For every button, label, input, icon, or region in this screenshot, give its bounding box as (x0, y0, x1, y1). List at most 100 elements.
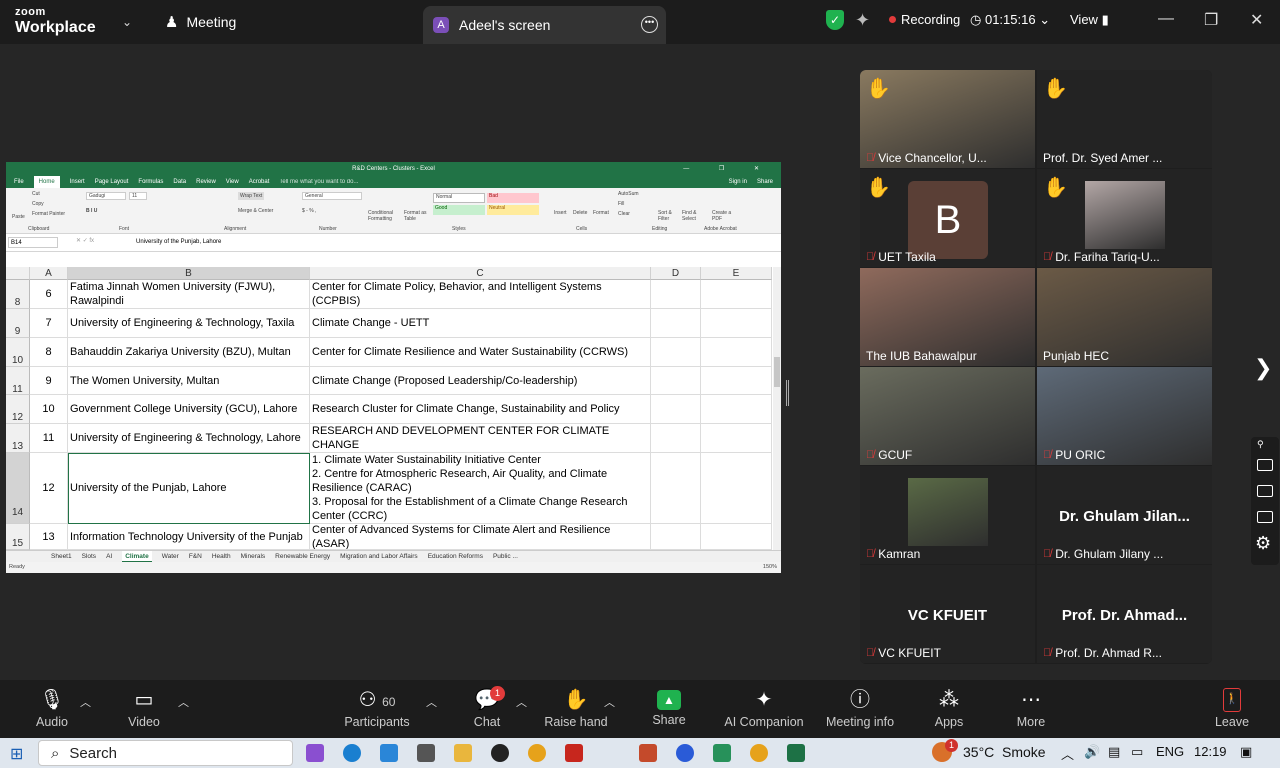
cell-c[interactable]: Center of Advanced Systems for Climate A… (310, 524, 651, 550)
style-neutral[interactable]: Neutral (487, 205, 539, 215)
tray-chevron-icon[interactable]: ︿ (1061, 744, 1074, 763)
cell-d[interactable] (651, 309, 701, 338)
row-header[interactable]: 9 (6, 309, 30, 338)
chevron-down-icon[interactable]: ⌄ (122, 15, 132, 29)
participant-tile[interactable]: The IUB Bahawalpur (860, 268, 1035, 366)
format-as-table-button[interactable]: Format as Table (404, 210, 430, 222)
excel-tab-home[interactable]: Home (33, 176, 60, 188)
insert-cells-button[interactable]: Insert (554, 210, 567, 216)
chrome-app-icon[interactable] (528, 744, 546, 762)
sheet-tab-active[interactable]: Climate (122, 551, 152, 562)
cell-b[interactable]: University of Engineering & Technology, … (68, 309, 310, 338)
gear-icon[interactable]: ⚙ (1255, 533, 1271, 554)
apps-button[interactable]: ⁂ Apps (930, 688, 968, 729)
camera-app-icon[interactable] (417, 744, 435, 762)
copilot-app-icon[interactable] (306, 744, 324, 762)
chrome-app-icon-2[interactable] (750, 744, 768, 762)
sheet-tab[interactable]: Renewable Energy (275, 551, 330, 562)
shield-icon[interactable]: ✓ (826, 10, 844, 30)
leave-button[interactable]: 🚶 Leave (1212, 688, 1252, 729)
share-button[interactable]: ▲ Share (649, 688, 689, 727)
cell-c[interactable]: 1. Climate Water Sustainability Initiati… (310, 453, 651, 524)
cell-d[interactable] (651, 395, 701, 424)
close-icon[interactable]: ✕ (1250, 10, 1263, 30)
participant-tile[interactable]: ✋ 🎙̸ Vice Chancellor, U... (860, 70, 1035, 168)
excel-window-controls[interactable]: — ❐ ✕ (683, 162, 773, 176)
cell-c[interactable]: RESEARCH AND DEVELOPMENT CENTER FOR CLIM… (310, 424, 651, 453)
style-normal[interactable]: Normal (433, 193, 485, 203)
excel-tab-acrobat[interactable]: Acrobat (249, 176, 270, 188)
column-header-a[interactable]: A (30, 267, 68, 280)
number-format-select[interactable]: General (302, 192, 362, 200)
powerpoint-app-icon[interactable] (639, 744, 657, 762)
sheet-tab[interactable]: Minerals (241, 551, 266, 562)
sheet-tab[interactable]: Water (162, 551, 179, 562)
raise-hand-button[interactable]: ✋ Raise hand (544, 688, 608, 729)
edge-app-icon[interactable] (343, 744, 361, 762)
cell-a[interactable]: 8 (30, 338, 68, 367)
row-header[interactable]: 14 (6, 453, 30, 524)
notifications-icon[interactable]: ▣ (1240, 744, 1252, 760)
video-button[interactable]: ▭ Video (122, 688, 166, 729)
cell-b[interactable]: The Women University, Multan (68, 367, 310, 395)
format-cells-button[interactable]: Format (593, 210, 609, 216)
find-select-button[interactable]: Find & Select (682, 210, 702, 222)
cell-a[interactable]: 13 (30, 524, 68, 550)
ai-companion-button[interactable]: ✦ AI Companion (722, 688, 806, 729)
cell-c[interactable]: Climate Change - UETT (310, 309, 651, 338)
merge-center-button[interactable]: Merge & Center (238, 208, 273, 214)
excel-tab-view[interactable]: View (226, 176, 239, 188)
cell-e[interactable] (701, 395, 772, 424)
sheet-tab[interactable]: F&N (189, 551, 202, 562)
excel-tab-formulas[interactable]: Formulas (138, 176, 163, 188)
cell-e[interactable] (701, 338, 772, 367)
chat-caret-icon[interactable]: ︿ (516, 694, 527, 710)
weather-condition[interactable]: Smoke (1002, 744, 1046, 760)
audio-options-caret-icon[interactable]: ︿ (80, 694, 91, 710)
excel-tab-file[interactable]: File (14, 176, 24, 188)
spreadsheet-grid[interactable]: A B C D E 8 6 Fatima Jinnah Women Univer… (6, 267, 772, 550)
cell-b[interactable]: Information Technology University of the… (68, 524, 310, 550)
video-icon[interactable] (1257, 485, 1273, 497)
clear-button[interactable]: Clear (618, 211, 630, 217)
view-button[interactable]: View ▮ (1070, 12, 1109, 28)
participant-tile[interactable]: Dr. Ghulam Jilan... 🎙̸ Dr. Ghulam Jilany .… (1037, 466, 1212, 564)
fx-icon[interactable]: ✕ ✓ fx (76, 237, 94, 244)
cell-d[interactable] (651, 424, 701, 453)
excel-tab-review[interactable]: Review (196, 176, 216, 188)
chat-button[interactable]: 💬 1 Chat (468, 686, 506, 729)
cell-a[interactable]: 11 (30, 424, 68, 453)
cell-d[interactable] (651, 367, 701, 395)
excel-signin[interactable]: Sign in (729, 176, 747, 188)
cell-d[interactable] (651, 338, 701, 367)
sort-filter-button[interactable]: Sort & Filter (658, 210, 678, 222)
column-header-e[interactable]: E (701, 267, 772, 280)
excel-tab-data[interactable]: Data (173, 176, 186, 188)
wrap-text-button[interactable]: Wrap Text (238, 192, 265, 200)
desktop-app-icon[interactable] (380, 744, 398, 762)
participants-button[interactable]: ⚇ 60 Participants (340, 688, 414, 729)
scroll-thumb[interactable] (774, 357, 780, 387)
cell-b[interactable]: Fatima Jinnah Women University (FJWU), R… (68, 280, 310, 309)
autosum-button[interactable]: AutoSum (618, 191, 639, 197)
ai-sparkle-icon[interactable]: ✦ (855, 10, 870, 31)
row-header[interactable]: 8 (6, 280, 30, 309)
minimize-icon[interactable]: — (1158, 10, 1174, 28)
cell-d[interactable] (651, 524, 701, 550)
format-painter-button[interactable]: Format Painter (32, 211, 65, 217)
clock[interactable]: 12:19 (1194, 744, 1227, 759)
participant-tile[interactable]: ✋ Prof. Dr. Syed Amer ... (1037, 70, 1212, 168)
camera-icon[interactable] (1257, 459, 1273, 471)
cell-d[interactable] (651, 453, 701, 524)
cell-c[interactable]: Center for Climate Resilience and Water … (310, 338, 651, 367)
participant-tile[interactable]: Punjab HEC (1037, 268, 1212, 366)
cell-a[interactable]: 7 (30, 309, 68, 338)
row-header[interactable]: 13 (6, 424, 30, 453)
meet-app-icon[interactable] (713, 744, 731, 762)
participant-tile[interactable]: ✋ 🎙̸ Dr. Fariha Tariq-U... (1037, 169, 1212, 267)
window-icon[interactable] (1257, 511, 1273, 523)
cell-b[interactable]: University of Engineering & Technology, … (68, 424, 310, 453)
reactions-caret-icon[interactable]: ︿ (604, 694, 615, 710)
cell-a[interactable]: 9 (30, 367, 68, 395)
temperature[interactable]: 35°C (963, 744, 994, 760)
